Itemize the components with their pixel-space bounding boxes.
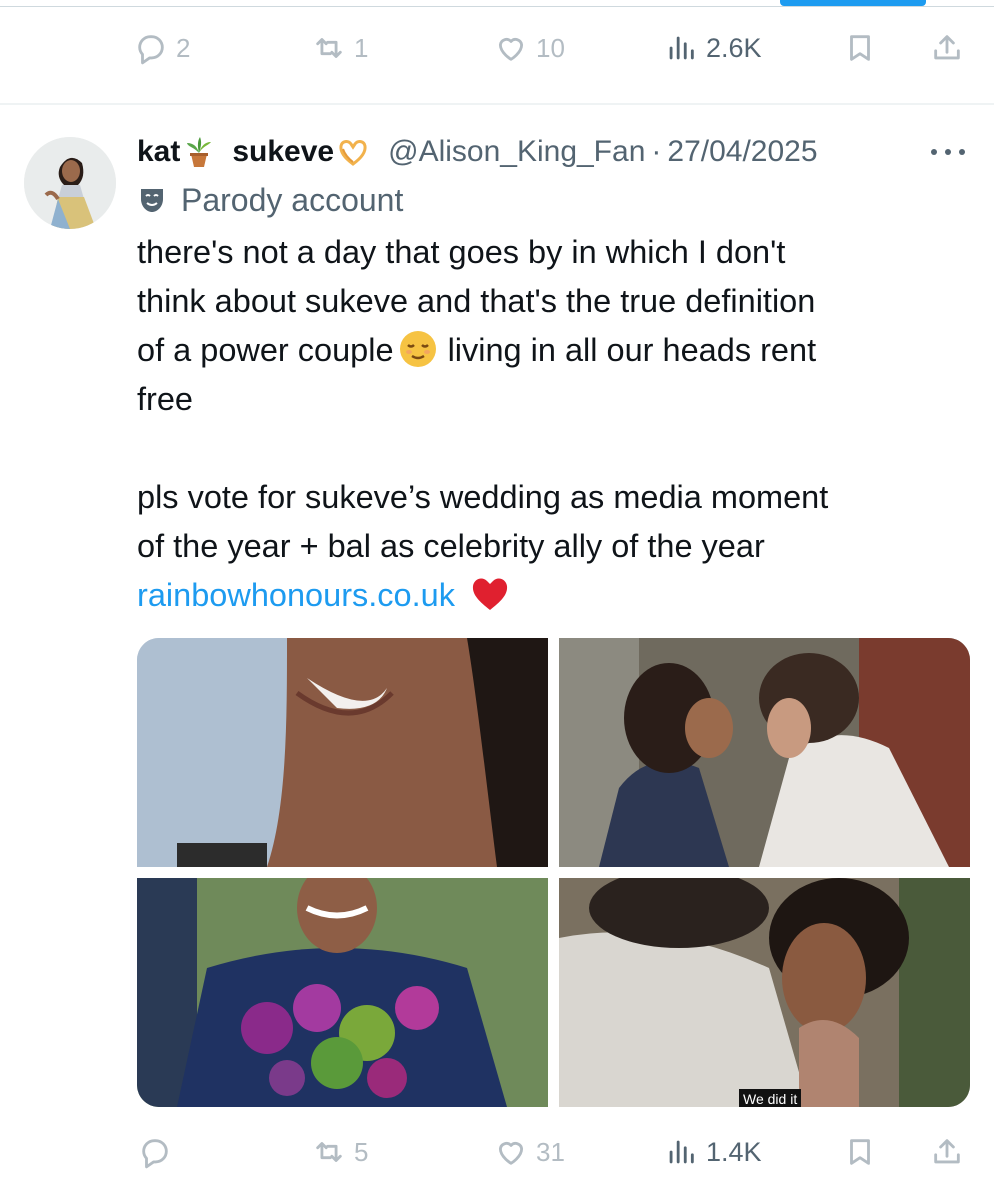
heart-hands-emoji-icon xyxy=(336,135,370,169)
display-name[interactable]: kat xyxy=(137,135,180,169)
tweet-text-line: think about sukeve and that's the true d… xyxy=(137,283,816,319)
display-name-part[interactable]: sukeve xyxy=(232,135,334,169)
share-icon xyxy=(934,35,960,60)
parody-label: Parody account xyxy=(137,180,403,220)
views-button[interactable]: 2.6K xyxy=(664,26,762,70)
repost-button[interactable]: 1 xyxy=(312,26,368,70)
like-button[interactable]: 10 xyxy=(494,26,565,70)
bookmark-button[interactable] xyxy=(843,26,877,70)
media-caption: We did it xyxy=(739,1089,802,1107)
views-count: 1.4K xyxy=(706,1136,762,1167)
scroll-indicator xyxy=(780,0,926,6)
bookmark-icon xyxy=(850,1139,870,1165)
user-handle[interactable]: @Alison_King_Fan xyxy=(388,135,645,169)
avatar[interactable] xyxy=(24,137,116,229)
previous-tweet-actions: 2 1 10 2.6K xyxy=(0,26,994,70)
media-photo-4[interactable]: We did it xyxy=(559,878,970,1107)
tweet-link-line: rainbowhonours.co.uk xyxy=(137,571,967,620)
red-heart-emoji-icon xyxy=(470,574,510,614)
media-photo-1[interactable] xyxy=(137,638,548,867)
potted-plant-emoji-icon xyxy=(182,135,216,169)
share-button[interactable] xyxy=(930,1130,964,1174)
heart-icon xyxy=(498,38,524,61)
views-count: 2.6K xyxy=(706,32,762,63)
tweet-text-line: of the year + bal as celebrity ally of t… xyxy=(137,528,765,564)
repost-icon xyxy=(316,1142,342,1162)
top-divider xyxy=(0,6,994,7)
views-button[interactable]: 1.4K xyxy=(664,1130,762,1174)
bookmark-button[interactable] xyxy=(843,1130,877,1174)
tweet-link[interactable]: rainbowhonours.co.uk xyxy=(137,577,455,613)
tweet-text-line-with-emoji: of a power couple living in all our heads… xyxy=(137,326,967,375)
tweet-text-line: free xyxy=(137,381,194,417)
like-count: 10 xyxy=(536,32,565,63)
tweet-text-segment: of a power couple xyxy=(137,332,394,368)
more-icon xyxy=(931,149,965,155)
media-photo-3[interactable] xyxy=(137,878,548,1107)
media-photo-2[interactable] xyxy=(559,638,970,867)
avatar-image xyxy=(24,137,116,229)
tweet-actions: 5 31 1.4K xyxy=(0,1130,994,1174)
tweet-text-segment: living in all our heads rent xyxy=(447,332,817,368)
repost-count: 1 xyxy=(354,32,369,63)
repost-icon xyxy=(316,38,342,58)
views-icon xyxy=(669,36,694,60)
reply-button[interactable]: 2 xyxy=(134,26,190,70)
reply-count: 2 xyxy=(176,32,191,63)
parody-label-text: Parody account xyxy=(181,181,404,218)
tweet-divider xyxy=(0,103,994,105)
tweet-text: there's not a day that goes by in which … xyxy=(137,228,967,620)
reply-icon xyxy=(138,35,164,65)
repost-button[interactable]: 5 xyxy=(312,1130,368,1174)
share-button[interactable] xyxy=(930,26,964,70)
bookmark-icon xyxy=(850,35,870,61)
share-icon xyxy=(934,1139,960,1164)
media-grid: We did it xyxy=(137,638,970,1107)
tweet-text-line: there's not a day that goes by in which … xyxy=(137,234,786,270)
tweet-text-line: pls vote for sukeve’s wedding as media m… xyxy=(137,479,829,515)
views-icon xyxy=(669,1140,694,1164)
like-count: 31 xyxy=(536,1136,565,1167)
heart-icon xyxy=(498,1142,524,1165)
reply-icon xyxy=(142,1139,168,1169)
repost-count: 5 xyxy=(354,1136,369,1167)
theater-mask-icon xyxy=(141,189,163,212)
relieved-face-emoji-icon xyxy=(398,329,438,369)
more-options-button[interactable] xyxy=(928,142,968,162)
tweet-header: kat sukeve @Alison_King_Fan · 27/04/2025 xyxy=(137,130,818,174)
reply-button[interactable] xyxy=(138,1130,180,1174)
tweet-date[interactable]: 27/04/2025 xyxy=(667,135,817,169)
separator: · xyxy=(651,135,662,168)
like-button[interactable]: 31 xyxy=(494,1130,565,1174)
